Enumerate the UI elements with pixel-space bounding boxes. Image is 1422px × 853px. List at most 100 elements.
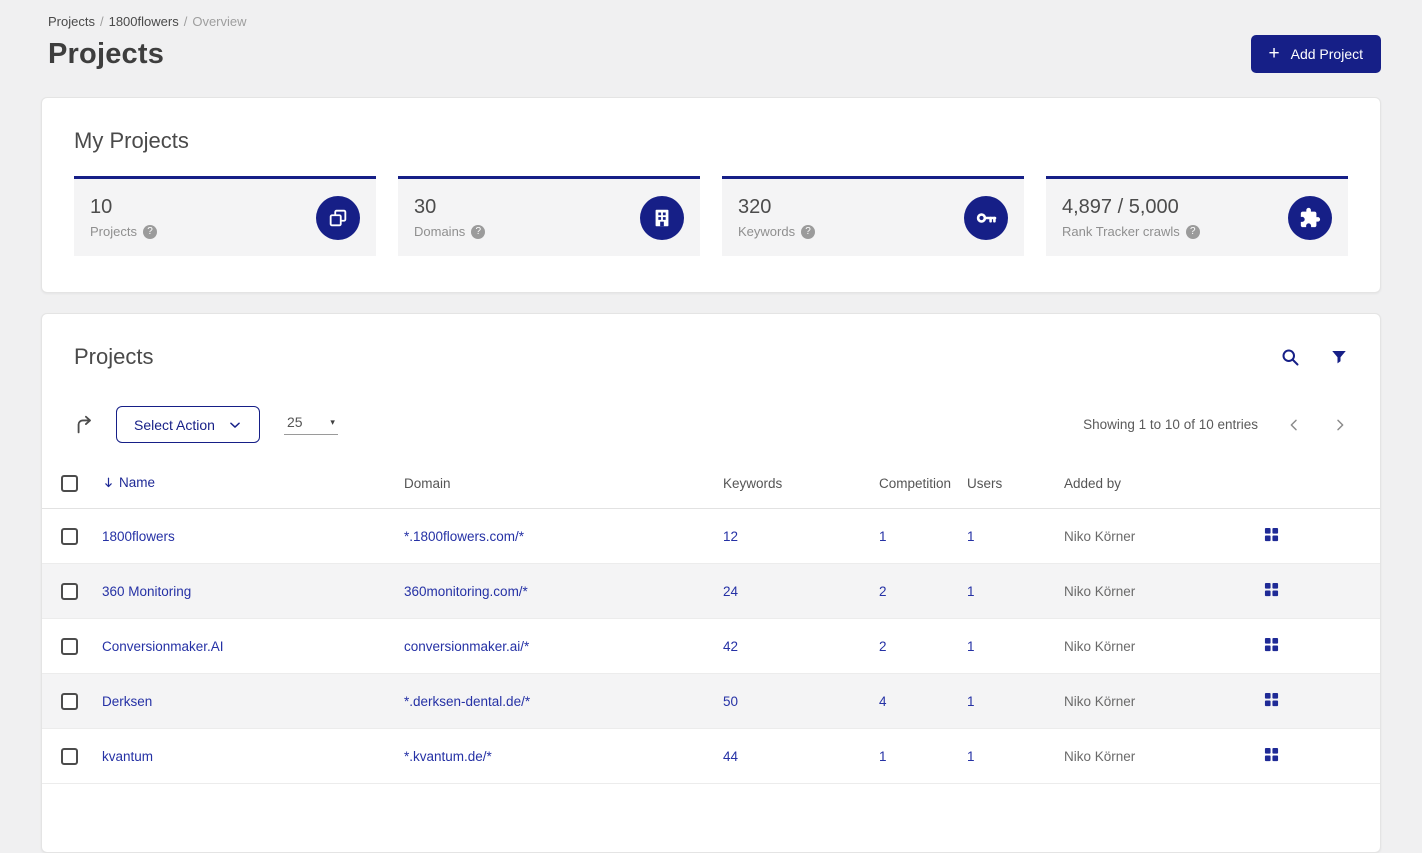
users-count: 1 [967,563,1064,619]
plus-icon: + [1268,42,1280,64]
table-row: Conversionmaker.AI conversionmaker.ai/* … [42,618,1380,674]
stat-keywords-label: Keywords [738,224,796,239]
table-header-row: Name Domain Keywords Competition Users A… [42,467,1380,509]
page-size-select[interactable]: 25 ▾ [283,414,338,435]
breadcrumb-separator: / [99,14,104,29]
project-name-link[interactable]: Conversionmaker.AI [102,639,224,654]
project-domain-link[interactable]: *.derksen-dental.de/* [404,694,530,709]
breadcrumb-separator: / [183,14,188,29]
added-by: Niko Körner [1064,618,1264,674]
row-checkbox[interactable] [61,692,78,710]
breadcrumb: Projects / 1800flowers / Overview [41,14,1381,29]
breadcrumb-1800flowers[interactable]: 1800flowers [109,14,179,29]
project-name-link[interactable]: 360 Monitoring [102,584,191,599]
select-all-checkbox[interactable] [61,475,78,492]
stat-domains-value: 30 [414,196,437,218]
breadcrumb-overview: Overview [192,14,247,29]
table-toolbar: Select Action 25 ▾ Showing 1 to 10 of 10… [42,406,1380,443]
page: Projects / 1800flowers / Overview Projects +… [0,0,1422,853]
projects-card-title: Projects [74,344,154,369]
page-title: Projects [48,37,165,70]
stat-projects-value: 10 [90,196,113,218]
stat-domains-label: Domains [414,224,466,239]
added-by: Niko Körner [1064,728,1264,784]
added-by: Niko Körner [1064,508,1264,564]
project-domain-link[interactable]: *.kvantum.de/* [404,749,492,764]
table-row: kvantum *.kvantum.de/* 44 1 1 Niko Körne… [42,728,1380,784]
grid-apps-icon[interactable] [1264,527,1279,542]
stat-keywords: 320 Keywords ? [722,176,1024,256]
select-action-dropdown[interactable]: Select Action [116,406,260,443]
help-icon[interactable]: ? [801,224,816,239]
users-count: 1 [967,618,1064,674]
users-count: 1 [967,673,1064,729]
showing-entries-text: Showing 1 to 10 of 10 entries [1083,417,1258,432]
column-header-name[interactable]: Name [102,475,155,490]
competition-count: 1 [879,508,967,564]
competition-count: 1 [879,728,967,784]
users-count: 1 [967,508,1064,564]
select-action-label: Select Action [134,416,215,433]
prev-page-icon[interactable] [1286,417,1302,433]
stat-rank-tracker-label: Rank Tracker crawls [1062,224,1180,239]
row-checkbox[interactable] [61,747,78,765]
stat-rank-tracker-value: 4,897 / 5,000 [1062,196,1179,218]
key-icon [964,195,1008,240]
project-name-link[interactable]: kvantum [102,749,153,764]
table-row: Derksen *.derksen-dental.de/* 50 4 1 Nik… [42,673,1380,729]
stat-keywords-value: 320 [738,196,772,218]
help-icon[interactable]: ? [142,224,157,239]
keywords-count: 44 [723,728,879,784]
added-by: Niko Körner [1064,673,1264,729]
grid-apps-icon[interactable] [1264,747,1279,762]
help-icon[interactable]: ? [1185,224,1200,239]
row-checkbox[interactable] [61,582,78,600]
chevron-down-icon [230,421,240,428]
next-page-icon[interactable] [1332,417,1348,433]
column-header-users[interactable]: Users [967,467,1064,509]
grid-apps-icon[interactable] [1264,637,1279,652]
table-row: 360 Monitoring 360monitoring.com/* 24 2 … [42,563,1380,619]
keywords-count: 42 [723,618,879,674]
projects-card: Projects Select Action 25 ▾ Showing 1 to… [41,313,1381,853]
caret-down-icon: ▾ [330,416,335,427]
project-domain-link[interactable]: conversionmaker.ai/* [404,639,529,654]
column-header-competition[interactable]: Competition [879,467,967,509]
export-icon[interactable] [74,414,96,436]
help-icon[interactable]: ? [471,224,486,239]
search-icon[interactable] [1280,347,1300,367]
projects-copy-icon [316,195,360,240]
keywords-count: 12 [723,508,879,564]
stat-rank-tracker: 4,897 / 5,000 Rank Tracker crawls ? [1046,176,1348,256]
projects-table: Name Domain Keywords Competition Users A… [42,467,1380,784]
stat-projects-label: Projects [90,224,137,239]
competition-count: 4 [879,673,967,729]
puzzle-icon [1288,195,1332,240]
keywords-count: 24 [723,563,879,619]
competition-count: 2 [879,618,967,674]
stat-domains: 30 Domains ? [398,176,700,256]
column-header-domain[interactable]: Domain [404,467,723,509]
grid-apps-icon[interactable] [1264,692,1279,707]
sort-desc-icon [105,477,112,488]
competition-count: 2 [879,563,967,619]
column-header-added-by[interactable]: Added by [1064,467,1264,509]
grid-apps-icon[interactable] [1264,582,1279,597]
row-checkbox[interactable] [61,637,78,655]
project-name-link[interactable]: Derksen [102,694,152,709]
add-project-label: Add Project [1290,46,1363,62]
add-project-button[interactable]: + Add Project [1250,35,1381,73]
stats-row: 10 Projects ? 30 Domains ? 320 Keywords … [74,176,1348,256]
my-projects-card: My Projects 10 Projects ? 30 Domains ? 3… [41,97,1381,293]
row-checkbox[interactable] [61,527,78,545]
table-row: 1800flowers *.1800flowers.com/* 12 1 1 N… [42,508,1380,564]
project-domain-link[interactable]: *.1800flowers.com/* [404,529,524,544]
project-domain-link[interactable]: 360monitoring.com/* [404,584,528,599]
project-name-link[interactable]: 1800flowers [102,529,175,544]
added-by: Niko Körner [1064,563,1264,619]
column-header-keywords[interactable]: Keywords [723,467,879,509]
title-row: Projects + Add Project [41,35,1381,73]
filter-icon[interactable] [1330,348,1348,366]
building-icon [640,195,684,240]
breadcrumb-projects[interactable]: Projects [48,14,95,29]
